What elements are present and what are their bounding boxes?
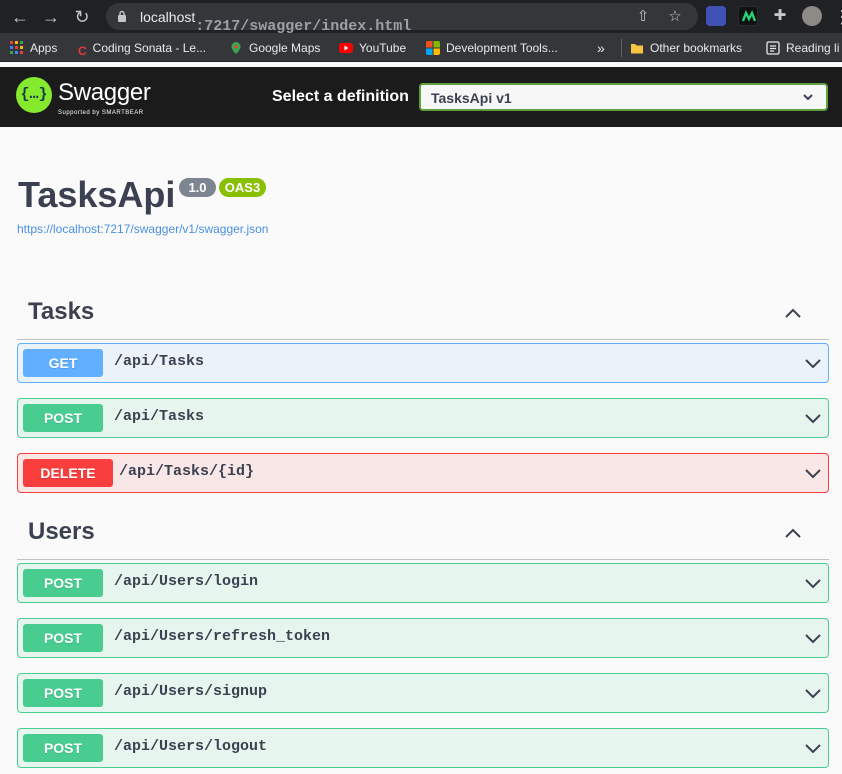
operation-path: /api/Users/signup bbox=[114, 683, 268, 700]
forward-icon[interactable]: → bbox=[39, 5, 63, 29]
reading-list-icon bbox=[766, 41, 780, 55]
chevron-down-icon[interactable] bbox=[804, 574, 822, 592]
chevron-down-icon[interactable] bbox=[804, 464, 822, 482]
operation-post-users-refresh-token[interactable]: POST /api/Users/refresh_token bbox=[17, 618, 829, 658]
avatar[interactable] bbox=[802, 6, 822, 26]
puzzle-icon[interactable]: ✚ bbox=[770, 6, 790, 26]
operation-path: /api/Tasks/{id} bbox=[119, 463, 255, 480]
version-badge: 1.0 bbox=[179, 178, 216, 197]
operation-path: /api/Users/login bbox=[114, 573, 259, 590]
chevron-down-icon[interactable] bbox=[804, 354, 822, 372]
chevron-up-icon[interactable] bbox=[783, 304, 803, 324]
bookmarks-overflow-button[interactable]: » bbox=[597, 39, 605, 57]
bookmark-coding-sonata[interactable]: C Coding Sonata - Le... bbox=[78, 39, 206, 58]
operation-get-tasks[interactable]: GET /api/Tasks bbox=[17, 343, 829, 383]
chevron-down-icon[interactable] bbox=[804, 629, 822, 647]
bookmark-youtube[interactable]: YouTube bbox=[339, 39, 406, 57]
swagger-logo-subtitle: Supported by SMARTBEAR bbox=[58, 110, 144, 116]
swagger-logo-text[interactable]: Swagger bbox=[58, 79, 151, 107]
bookmark-development-tools[interactable]: Development Tools... bbox=[426, 39, 558, 57]
swagger-logo-icon[interactable]: {…} bbox=[16, 77, 52, 113]
map-pin-icon bbox=[231, 42, 241, 54]
operation-post-tasks[interactable]: POST /api/Tasks bbox=[17, 398, 829, 438]
operation-post-users-logout[interactable]: POST /api/Users/logout bbox=[17, 728, 829, 768]
address-bar[interactable]: localhost:7217/swagger/index.html ⇧ ☆ bbox=[106, 3, 698, 35]
operation-post-users-signup[interactable]: POST /api/Users/signup bbox=[17, 673, 829, 713]
definition-select[interactable]: TasksApi v1 bbox=[419, 83, 828, 111]
method-badge: GET bbox=[23, 349, 103, 377]
operation-post-users-login[interactable]: POST /api/Users/login bbox=[17, 563, 829, 603]
chevron-down-icon[interactable] bbox=[804, 684, 822, 702]
chevron-down-icon[interactable] bbox=[804, 739, 822, 757]
bookmark-apps[interactable]: Apps bbox=[10, 39, 57, 57]
microsoft-icon bbox=[426, 41, 440, 55]
method-badge: POST bbox=[23, 569, 103, 597]
definition-select-value: TasksApi v1 bbox=[431, 90, 512, 106]
operation-path: /api/Users/logout bbox=[114, 738, 268, 755]
oas-badge: OAS3 bbox=[219, 178, 266, 197]
chevron-down-icon bbox=[803, 94, 813, 101]
chevron-up-icon[interactable] bbox=[783, 524, 803, 544]
api-title: TasksApi bbox=[18, 174, 176, 215]
operation-path: /api/Tasks bbox=[114, 353, 205, 370]
bookmark-star-icon[interactable]: ☆ bbox=[666, 8, 684, 26]
folder-icon bbox=[631, 44, 643, 54]
tag-name: Tasks bbox=[28, 298, 95, 325]
method-badge: POST bbox=[23, 734, 103, 762]
back-icon[interactable]: ← bbox=[8, 5, 32, 29]
bookmark-google-maps[interactable]: Google Maps bbox=[229, 39, 320, 57]
share-icon[interactable]: ⇧ bbox=[634, 8, 652, 26]
tag-users-header[interactable]: Users bbox=[17, 518, 829, 560]
url-text: localhost:7217/swagger/index.html bbox=[140, 9, 412, 35]
select-definition-label: Select a definition bbox=[272, 88, 409, 105]
extension-icon[interactable] bbox=[738, 6, 758, 26]
bookmark-reading-list[interactable]: Reading li bbox=[766, 39, 839, 57]
apps-grid-icon bbox=[10, 41, 23, 54]
tag-tasks-header[interactable]: Tasks bbox=[17, 298, 829, 340]
operation-path: /api/Tasks bbox=[114, 408, 205, 425]
method-badge: POST bbox=[23, 404, 103, 432]
extension-icon[interactable] bbox=[706, 6, 726, 26]
bookmark-other-bookmarks[interactable]: Other bookmarks bbox=[630, 39, 742, 57]
operation-path: /api/Users/refresh_token bbox=[114, 628, 331, 645]
method-badge: DELETE bbox=[23, 459, 113, 487]
bookmarks-divider bbox=[621, 39, 622, 57]
menu-icon[interactable]: ⋮ bbox=[830, 5, 842, 29]
coding-sonata-icon: C bbox=[78, 44, 87, 58]
lock-icon bbox=[118, 10, 126, 22]
method-badge: POST bbox=[23, 679, 103, 707]
chevron-down-icon[interactable] bbox=[804, 409, 822, 427]
youtube-icon bbox=[339, 43, 353, 53]
bookmarks-bar: Apps C Coding Sonata - Le... Google Maps … bbox=[0, 33, 842, 62]
reload-icon[interactable]: ↻ bbox=[70, 5, 94, 29]
spec-url-link[interactable]: https://localhost:7217/swagger/v1/swagge… bbox=[17, 222, 268, 236]
operation-delete-task[interactable]: DELETE /api/Tasks/{id} bbox=[17, 453, 829, 493]
method-badge: POST bbox=[23, 624, 103, 652]
tag-name: Users bbox=[28, 518, 95, 545]
browser-toolbar: ← → ↻ localhost:7217/swagger/index.html … bbox=[0, 0, 842, 35]
